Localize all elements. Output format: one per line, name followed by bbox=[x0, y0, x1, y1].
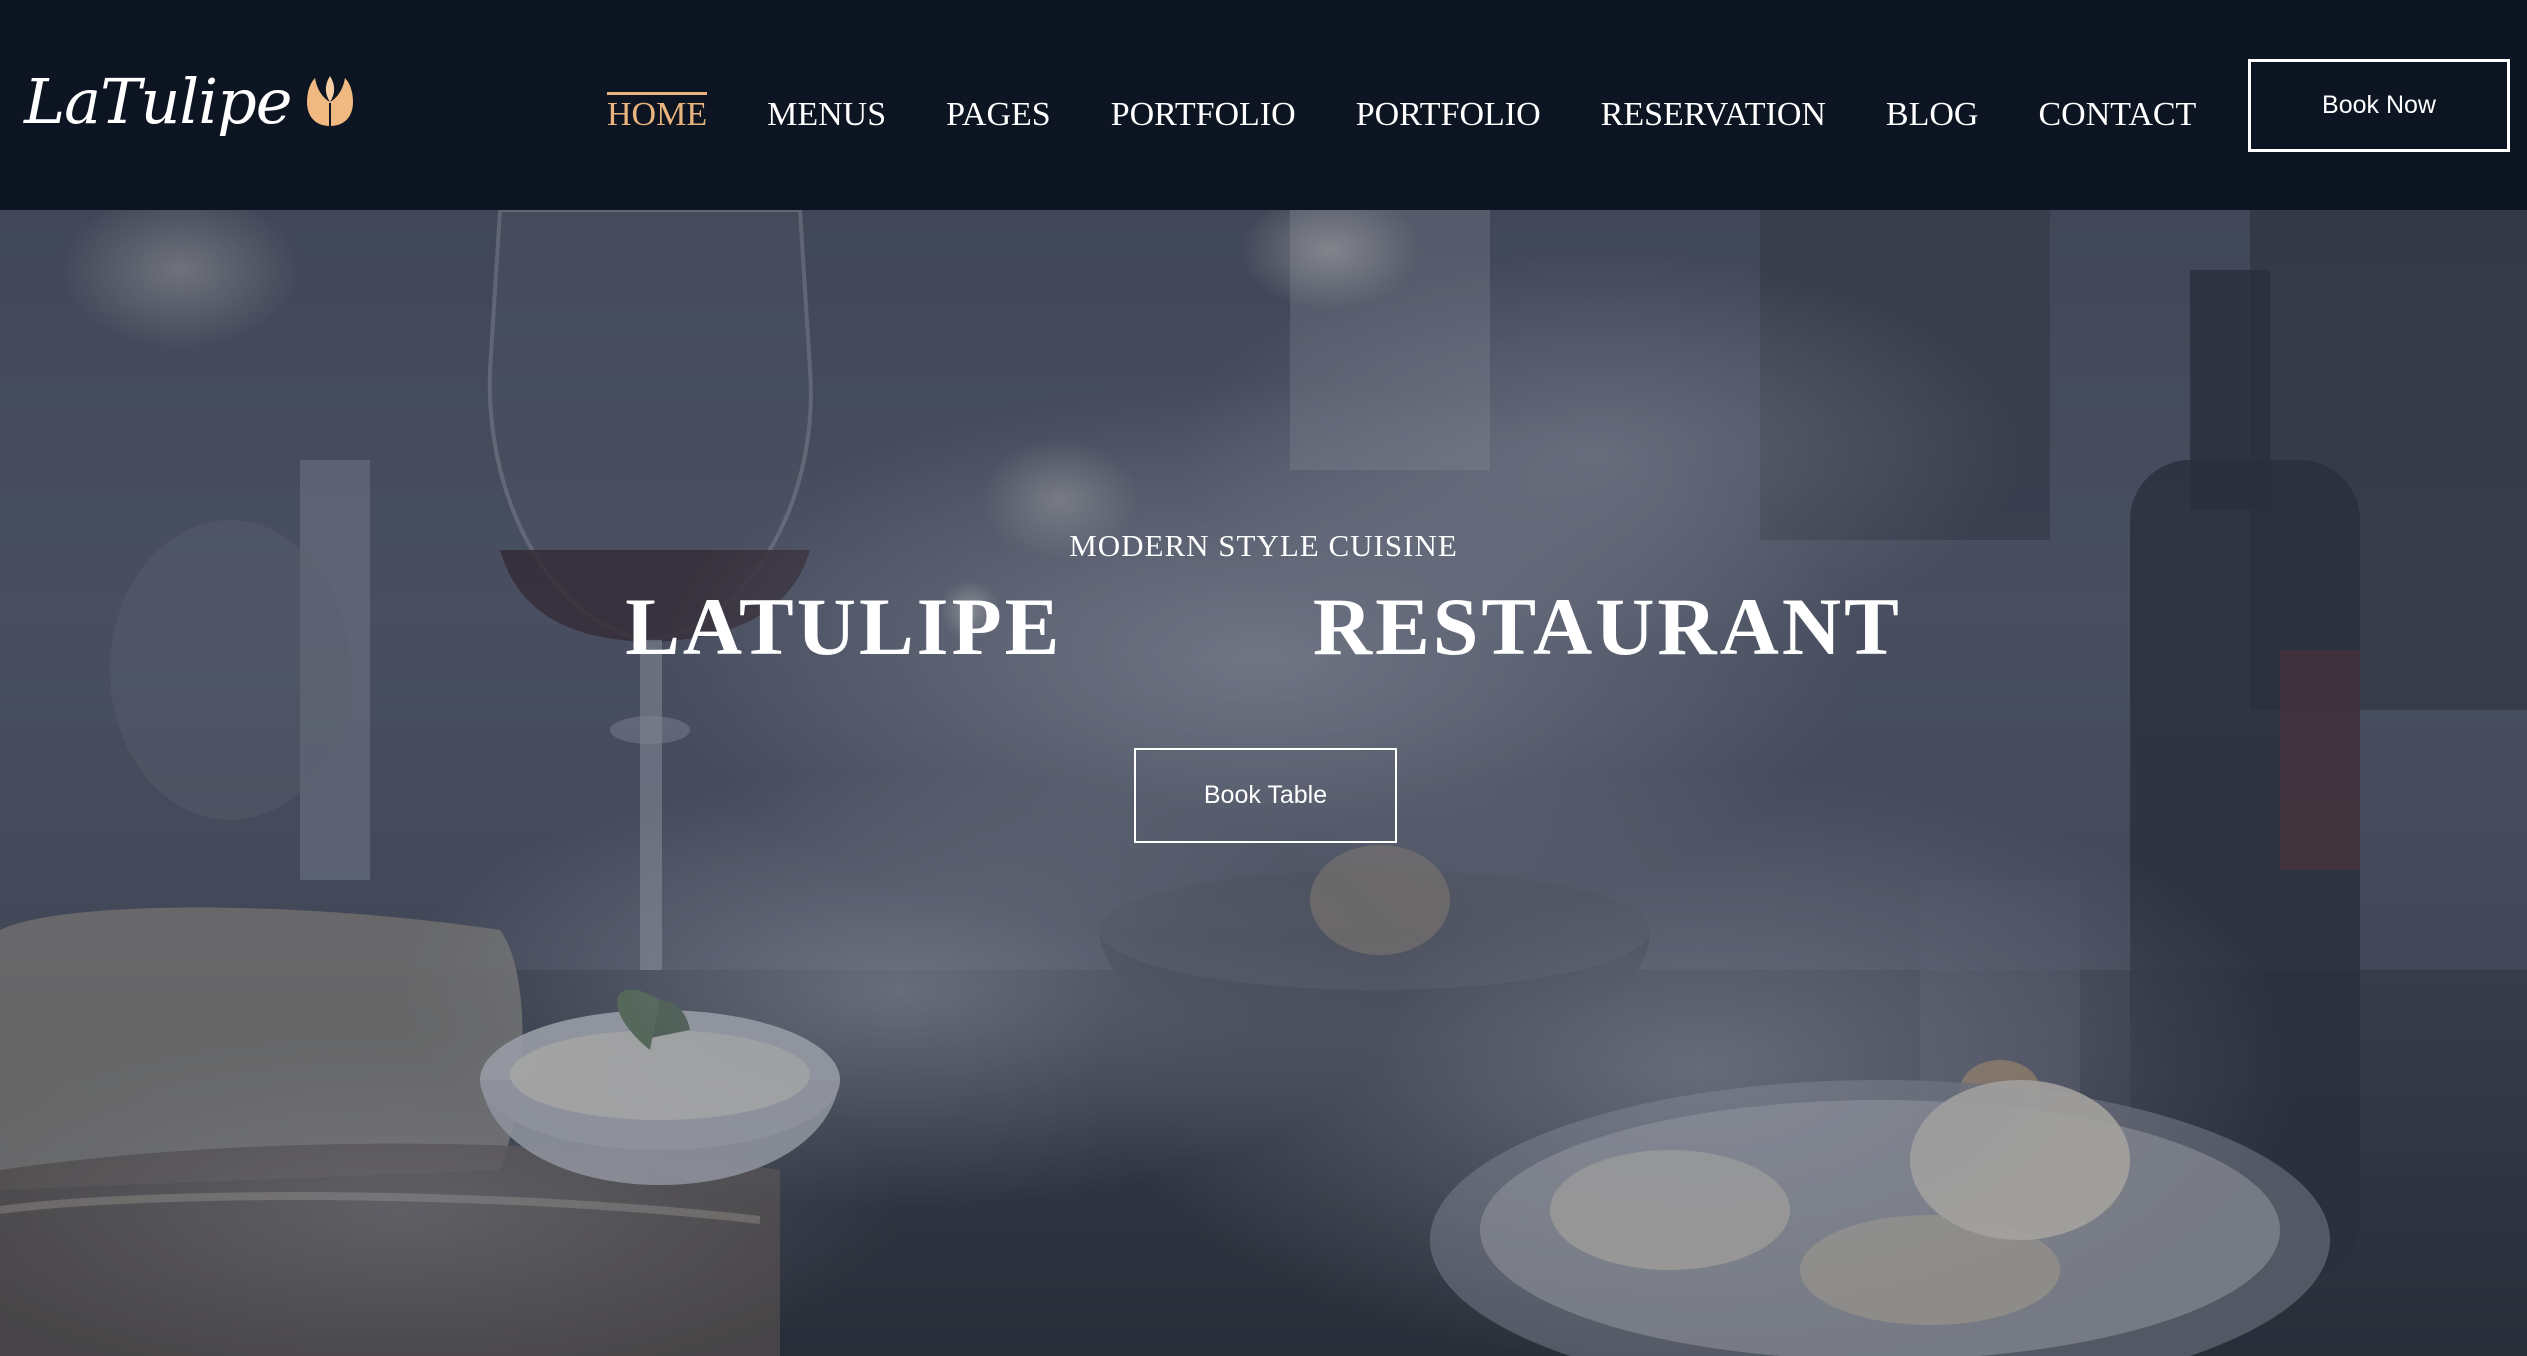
hero-section: MODERN STYLE CUISINE LATULIPE RESTAURANT… bbox=[0, 210, 2527, 1356]
hero-title: LATULIPE RESTAURANT bbox=[625, 581, 1902, 672]
book-now-button[interactable]: Book Now bbox=[2248, 59, 2510, 152]
nav-item-menus[interactable]: MENUS bbox=[767, 88, 886, 142]
main-nav: HOME MENUS PAGES PORTFOLIO PORTFOLIO RES… bbox=[607, 88, 2196, 142]
nav-item-blog[interactable]: BLOG bbox=[1886, 88, 1979, 142]
site-header: LaTulipe HOME MENUS PAGES PORTFOLIO PORT… bbox=[0, 0, 2527, 210]
nav-item-reservation[interactable]: RESERVATION bbox=[1601, 88, 1826, 142]
hero-subtitle: MODERN STYLE CUISINE bbox=[1069, 528, 1458, 563]
nav-item-contact[interactable]: CONTACT bbox=[2038, 88, 2196, 142]
brand-name: LaTulipe bbox=[24, 65, 292, 138]
tulip-icon bbox=[307, 76, 354, 126]
hero-content: MODERN STYLE CUISINE LATULIPE RESTAURANT… bbox=[0, 210, 2527, 1356]
nav-item-pages[interactable]: PAGES bbox=[946, 88, 1051, 142]
nav-item-portfolio-2[interactable]: PORTFOLIO bbox=[1356, 88, 1541, 142]
brand-logo[interactable]: LaTulipe bbox=[24, 52, 355, 152]
book-table-button[interactable]: Book Table bbox=[1134, 748, 1397, 843]
nav-item-portfolio[interactable]: PORTFOLIO bbox=[1111, 88, 1296, 142]
nav-item-home[interactable]: HOME bbox=[607, 88, 708, 142]
